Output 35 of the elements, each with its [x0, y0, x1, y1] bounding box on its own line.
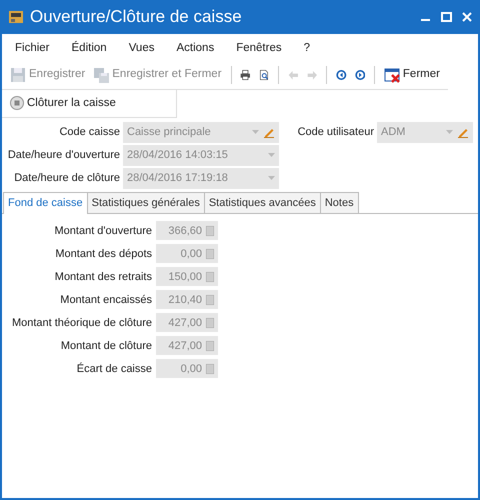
- toolbar-button[interactable]: Fermer: [382, 65, 442, 84]
- field-label: Montant des dépots: [54, 246, 152, 262]
- menu-item[interactable]: Fichier: [15, 40, 50, 58]
- dropdown-arrow-icon: [252, 130, 259, 134]
- menu-item[interactable]: Fenêtres: [236, 40, 282, 58]
- field-label: Date/heure d'ouverture: [6, 148, 120, 163]
- menu-item[interactable]: Édition: [72, 40, 107, 58]
- field-label: Montant encaissés: [59, 292, 152, 308]
- maximize-icon[interactable]: [441, 12, 452, 22]
- menu-item[interactable]: Vues: [128, 40, 154, 58]
- tab[interactable]: Notes: [320, 192, 359, 214]
- window-title: Ouverture/Clôture de caisse: [30, 6, 242, 28]
- dropdown-arrow-icon: [268, 153, 275, 158]
- field-label: Montant théorique de clôture: [10, 316, 152, 330]
- close-window-icon: [384, 66, 400, 83]
- save-close-icon: [93, 66, 110, 83]
- field-label: Code caisse: [58, 125, 120, 140]
- stop-icon: [10, 96, 24, 110]
- field-label: Montant de clôture: [60, 338, 152, 354]
- tab[interactable]: Statistiques générales: [86, 192, 205, 214]
- field-label: Écart de caisse: [76, 362, 152, 376]
- close-icon[interactable]: [462, 12, 472, 22]
- field-label: Montant des retraits: [54, 270, 152, 284]
- field-label: Date/heure de clôture: [13, 171, 120, 186]
- save-icon: [10, 66, 26, 83]
- tab[interactable]: Fond de caisse: [3, 192, 88, 214]
- tab[interactable]: Statistiques avancées: [204, 192, 321, 214]
- field-label: Code utilisateur: [296, 125, 374, 140]
- close-register-button[interactable]: Clôturer la caisse: [8, 94, 118, 113]
- menu-item[interactable]: Actions: [176, 40, 214, 58]
- field-label: Montant d'ouverture: [54, 224, 152, 238]
- menu-item[interactable]: ?: [304, 40, 310, 58]
- app-icon: [8, 9, 24, 25]
- dropdown-arrow-icon: [268, 176, 275, 180]
- dropdown-arrow-icon: [446, 130, 453, 134]
